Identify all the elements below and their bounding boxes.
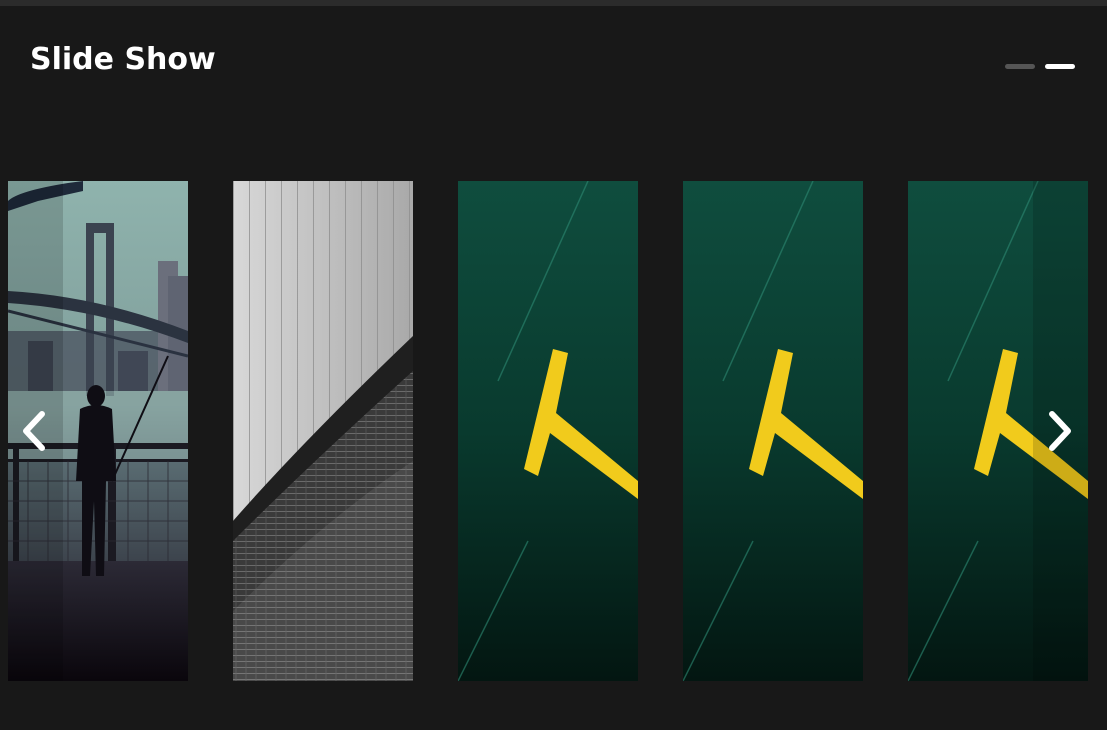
pager-dot-1[interactable] <box>1005 64 1035 69</box>
slide-building-facade[interactable] <box>233 181 413 681</box>
slide-road-marking-1[interactable] <box>458 181 638 681</box>
slide-pager <box>1005 64 1075 69</box>
yellow-road-marking-photo <box>458 181 638 681</box>
slide-track <box>8 181 1088 681</box>
prev-slide-button[interactable] <box>16 406 56 456</box>
slideshow-title: Slide Show <box>30 42 216 77</box>
next-slide-button[interactable] <box>1040 406 1080 456</box>
chevron-left-icon <box>23 411 45 451</box>
pager-dot-2[interactable] <box>1045 64 1075 69</box>
building-facade-photo <box>233 181 413 681</box>
slide-road-marking-2[interactable] <box>683 181 863 681</box>
slideshow-widget: Slide Show <box>0 6 1107 730</box>
chevron-right-icon <box>1049 411 1071 451</box>
yellow-road-marking-photo <box>683 181 863 681</box>
